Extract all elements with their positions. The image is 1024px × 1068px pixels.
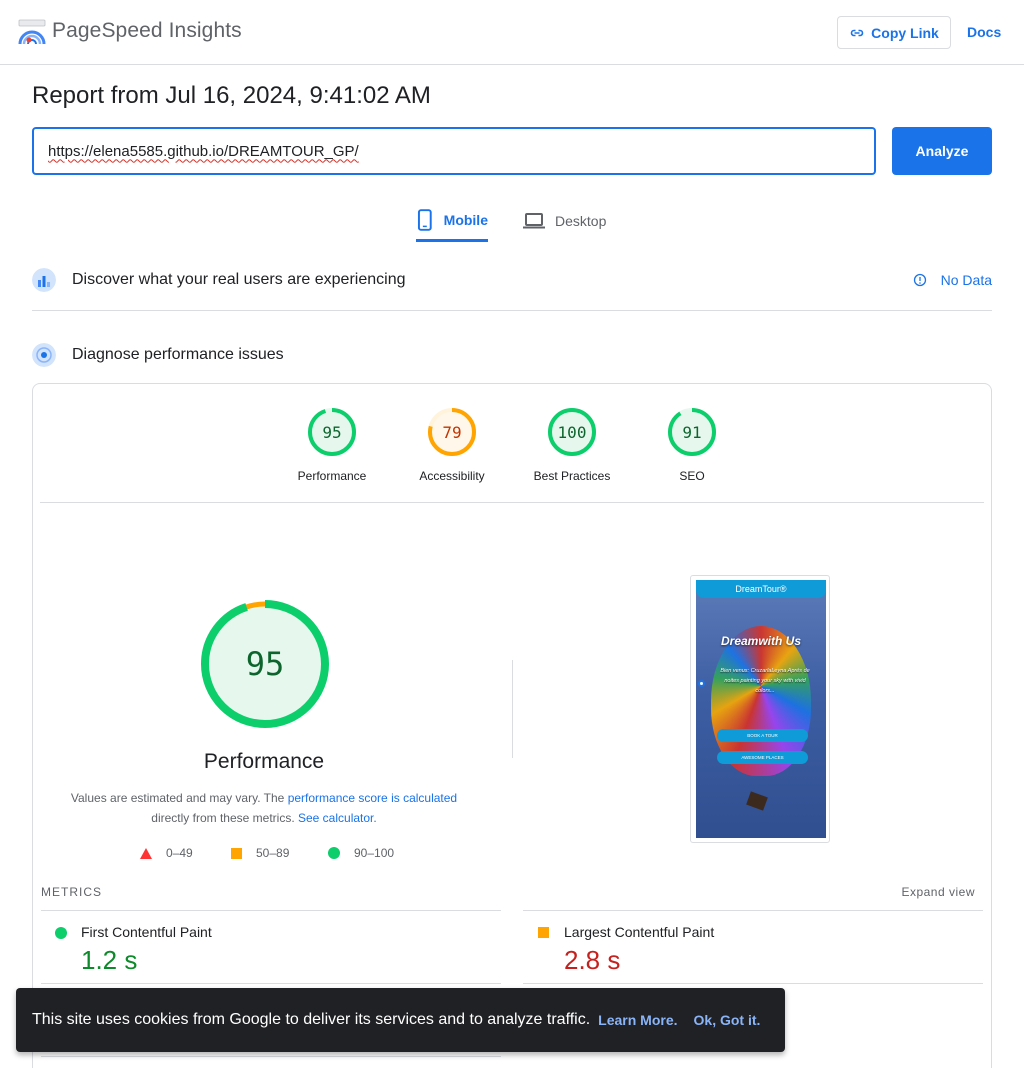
no-data-label: No Data [940, 272, 992, 288]
divider [523, 983, 983, 984]
tab-mobile-label: Mobile [443, 211, 488, 228]
field-data-section: Discover what your real users are experi… [32, 266, 992, 294]
mobile-icon [417, 208, 432, 231]
preview-text: Bien venus: CruzarlaLeyna Aprés de noite… [720, 668, 810, 694]
gauge-label: Best Practices [533, 469, 611, 483]
docs-link[interactable]: Docs [967, 24, 1001, 40]
field-data-title: Discover what your real users are experi… [72, 271, 406, 288]
note-text: directly from these metrics. [151, 811, 295, 825]
copy-link-button[interactable]: Copy Link [837, 16, 951, 49]
metric-name: First Contentful Paint [81, 924, 212, 940]
url-text: https://elena5585.github.io/DREAMTOUR_GP… [48, 142, 359, 160]
note-text: Values are estimated and may vary. The [70, 791, 285, 805]
performance-title: Performance [203, 750, 325, 773]
screenshot-content: DreamTour® Dreamwith Us Bien venus: Cruz… [696, 580, 826, 838]
gauge-ring: 91 [667, 407, 717, 457]
gauge-label: Performance [297, 469, 367, 483]
gauge-value: 91 [682, 422, 702, 442]
divider [32, 310, 992, 311]
legend-good: 90–100 [328, 846, 394, 860]
legend-label: 90–100 [354, 846, 395, 860]
score-gauge-seo[interactable]: 91 SEO [642, 407, 742, 483]
metric-value: 1.2 s [81, 945, 138, 975]
users-chart-icon [32, 268, 56, 292]
metric-fcp: First Contentful Paint 1.2 s [41, 924, 501, 975]
preview-nav: DreamTour® [696, 580, 826, 598]
divider [41, 1056, 501, 1057]
score-gauge-accessibility[interactable]: 79 Accessibility [402, 407, 502, 483]
basket-image [746, 791, 768, 811]
score-calc-link[interactable]: performance score is calculated [288, 791, 457, 805]
good-circle-icon [55, 927, 67, 939]
average-square-icon [538, 927, 549, 938]
legend-average: 50–89 [231, 846, 289, 860]
preview-book-button: BOOK A TOUR [717, 729, 808, 742]
learn-more-link[interactable]: Learn More. [598, 1012, 677, 1028]
no-data-status: No Data [913, 272, 992, 288]
analyze-button[interactable]: Analyze [892, 127, 992, 175]
laptop-icon [523, 213, 545, 229]
square-icon [231, 847, 242, 859]
ok-got-it-button[interactable]: Ok, Got it. [694, 1012, 761, 1028]
gauge-value: 79 [442, 422, 462, 442]
metric-name: Largest Contentful Paint [564, 924, 715, 940]
gauge-label: SEO [679, 469, 705, 483]
score-gauge-performance[interactable]: 95 Performance [282, 407, 382, 483]
tab-mobile[interactable]: Mobile [416, 200, 488, 242]
calculator-link[interactable]: See calculator. [298, 811, 377, 825]
link-icon [850, 29, 864, 36]
circle-icon [328, 847, 340, 859]
tab-desktop-label: Desktop [555, 213, 607, 229]
tab-desktop[interactable]: Desktop [523, 200, 606, 242]
expand-view-button[interactable]: Expand view [901, 885, 975, 899]
url-input[interactable]: https://elena5585.github.io/DREAMTOUR_GP… [32, 127, 876, 175]
metric-value: 2.8 s [564, 945, 621, 975]
gauge-value: 100 [557, 422, 587, 442]
preview-headline: Dreamwith Us [720, 634, 802, 648]
performance-note: Values are estimated and may vary. The p… [60, 788, 468, 828]
report-title: Report from Jul 16, 2024, 9:41:02 AM [32, 82, 431, 109]
cookie-banner: This site uses cookies from Google to de… [16, 988, 785, 1052]
metrics-heading: METRICS [41, 885, 102, 899]
info-icon [913, 273, 926, 287]
pagespeed-logo-icon [18, 19, 46, 45]
score-gauge-best-practices[interactable]: 100 Best Practices [522, 407, 622, 483]
gauge-ring: 79 [427, 407, 477, 457]
preview-places-button: AWESOME PLACES [717, 751, 808, 764]
divider [40, 502, 984, 503]
radar-icon [32, 343, 56, 367]
diagnose-title: Diagnose performance issues [72, 346, 284, 363]
legend-label: 50–89 [256, 846, 290, 860]
metric-lcp: Largest Contentful Paint 2.8 s [524, 924, 984, 975]
gauge-value: 95 [322, 422, 342, 442]
legend-poor: 0–49 [140, 846, 193, 860]
divider [512, 660, 513, 758]
copy-link-label: Copy Link [871, 24, 939, 41]
page-screenshot: DreamTour® Dreamwith Us Bien venus: Cruz… [690, 575, 830, 843]
top-bar: PageSpeed Insights Copy Link Docs [0, 0, 1024, 65]
gauge-ring: 95 [307, 407, 357, 457]
legend-label: 0–49 [166, 846, 193, 860]
triangle-icon [140, 847, 152, 859]
gauge-ring: 100 [547, 407, 597, 457]
divider [41, 983, 501, 984]
diagnose-section: Diagnose performance issues [32, 341, 992, 369]
preview-dot [698, 680, 705, 687]
performance-score: 95 [245, 645, 285, 683]
cookie-message: This site uses cookies from Google to de… [32, 1011, 591, 1028]
gauge-label: Accessibility [419, 469, 485, 483]
device-tabs: Mobile Desktop [0, 200, 1024, 242]
app-title[interactable]: PageSpeed Insights [52, 19, 242, 43]
divider [523, 910, 983, 911]
divider [41, 910, 501, 911]
